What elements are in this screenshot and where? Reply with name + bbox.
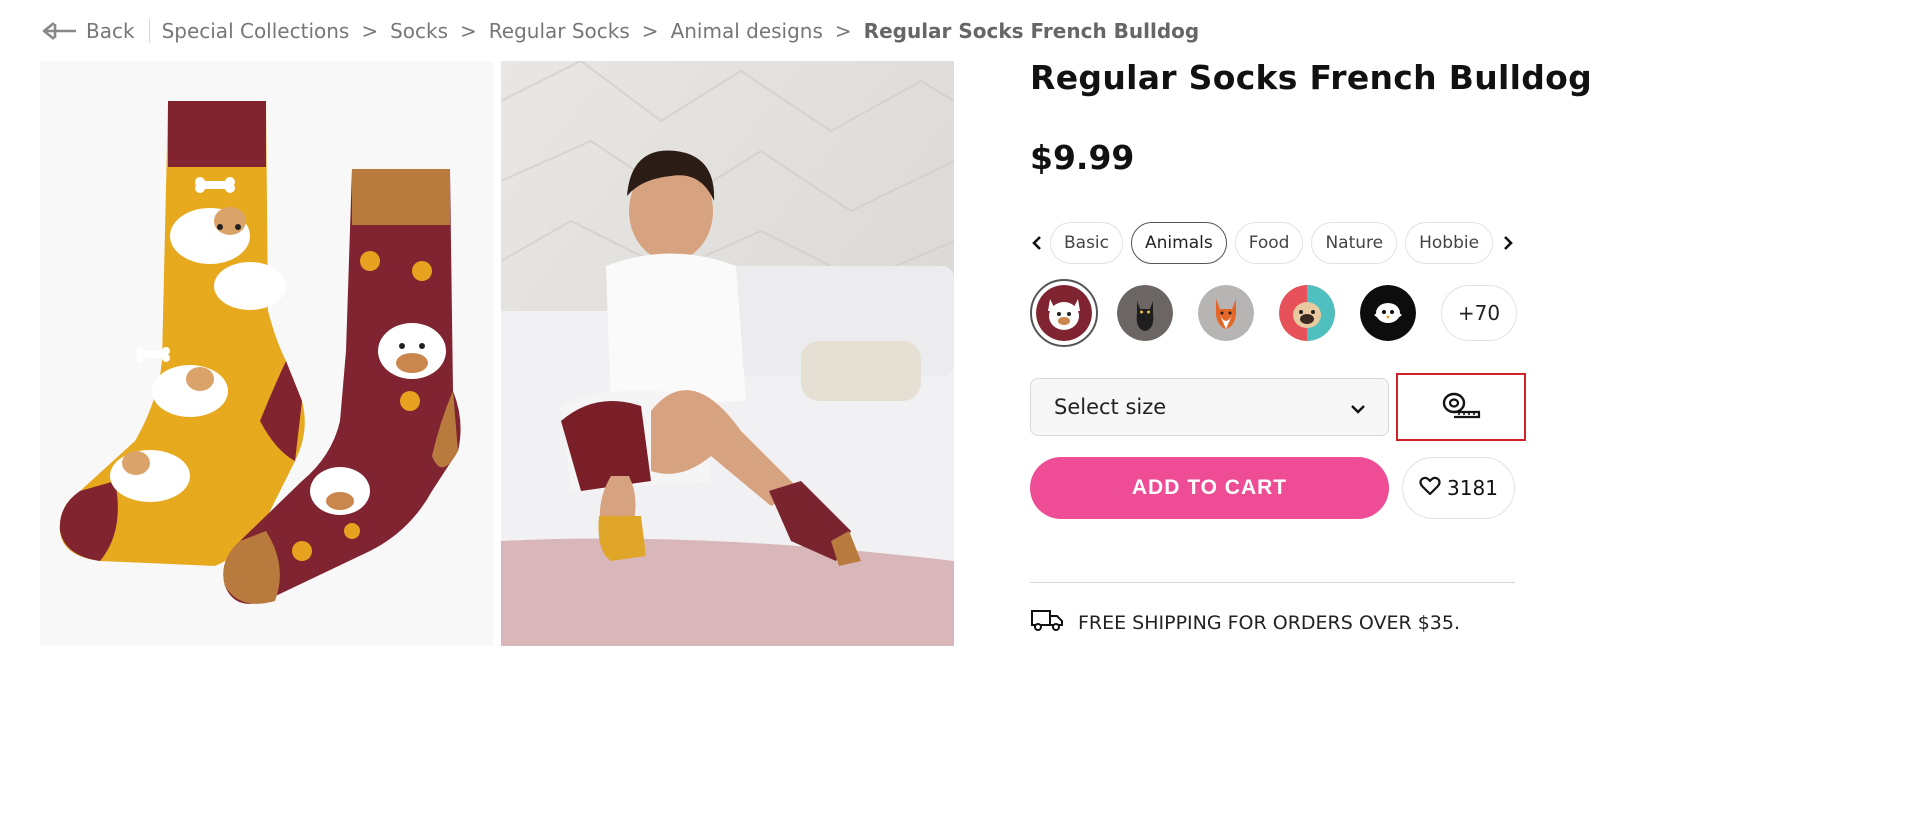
more-designs-button[interactable]: +70 (1441, 285, 1517, 341)
shipping-info: FREE SHIPPING FOR ORDERS OVER $35. (1030, 608, 1460, 637)
back-arrow-icon (42, 21, 78, 41)
breadcrumb-separator: > (834, 19, 852, 43)
swatch-fox[interactable] (1198, 285, 1254, 341)
breadcrumb-current: Regular Socks French Bulldog (863, 19, 1200, 43)
breadcrumb-separator: > (641, 19, 659, 43)
heart-icon (1419, 476, 1441, 501)
swatch-penguin[interactable] (1360, 285, 1416, 341)
product-price: $9.99 (1030, 138, 1135, 177)
back-link[interactable]: Back (42, 19, 135, 43)
breadcrumb-separator: > (460, 19, 477, 43)
back-label: Back (86, 19, 135, 43)
breadcrumb: Back Special Collections > Socks > Regul… (42, 17, 1199, 45)
breadcrumb-item-socks[interactable]: Socks (390, 19, 448, 43)
breadcrumb-separator: > (361, 19, 379, 43)
chevron-down-icon (1350, 395, 1366, 419)
swatch-french-bulldog[interactable] (1030, 279, 1098, 347)
category-chip-hobbies[interactable]: Hobbie (1405, 222, 1494, 264)
category-chip-animals[interactable]: Animals (1131, 222, 1227, 264)
section-divider (1030, 582, 1515, 583)
chevron-left-icon[interactable] (1030, 222, 1044, 264)
category-carousel: Basic Animals Food Nature Hobbie (1030, 222, 1515, 264)
swatch-pug[interactable] (1279, 285, 1335, 341)
add-to-cart-button[interactable]: ADD TO CART (1030, 457, 1389, 519)
category-chip-food[interactable]: Food (1234, 222, 1304, 264)
shipping-text: FREE SHIPPING FOR ORDERS OVER $35. (1078, 611, 1461, 634)
design-swatches: +70 (1030, 279, 1517, 347)
product-title: Regular Socks French Bulldog (1030, 58, 1593, 97)
breadcrumb-item-regular-socks[interactable]: Regular Socks (489, 19, 630, 43)
breadcrumb-divider (148, 19, 150, 43)
category-chips: Basic Animals Food Nature Hobbie (1050, 222, 1495, 264)
product-image-socks[interactable] (40, 61, 493, 646)
category-chip-basic[interactable]: Basic (1050, 222, 1124, 264)
product-image-model[interactable] (501, 61, 954, 646)
size-select[interactable]: Select size (1030, 378, 1389, 436)
category-chip-nature[interactable]: Nature (1311, 222, 1398, 264)
breadcrumb-item-special-collections[interactable]: Special Collections (162, 19, 350, 43)
wishlist-button[interactable]: 3181 (1402, 457, 1515, 519)
chevron-right-icon[interactable] (1501, 222, 1515, 264)
swatch-black-cat[interactable] (1117, 285, 1173, 341)
measuring-tape-icon (1441, 391, 1481, 423)
breadcrumb-item-animal-designs[interactable]: Animal designs (671, 19, 823, 43)
delivery-truck-icon (1030, 608, 1064, 637)
size-guide-button[interactable] (1396, 373, 1526, 441)
wishlist-count: 3181 (1447, 476, 1498, 500)
size-select-label: Select size (1054, 395, 1167, 419)
